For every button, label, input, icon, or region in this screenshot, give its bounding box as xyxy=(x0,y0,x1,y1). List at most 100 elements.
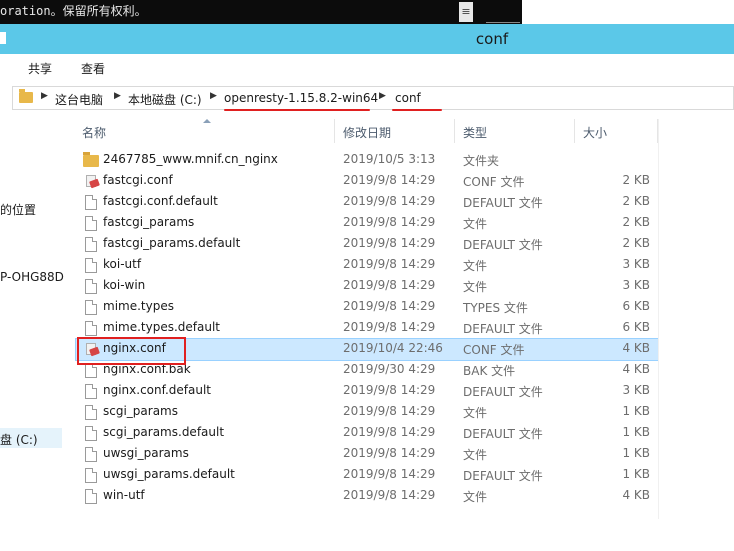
red-underline-annotation xyxy=(392,109,442,111)
column-divider[interactable] xyxy=(574,119,575,143)
table-row[interactable]: mime.types 2019/9/8 14:29 TYPES 文件 6 KB xyxy=(76,297,658,318)
ribbon: 共享 查看 xyxy=(0,54,734,82)
file-icon xyxy=(85,195,97,210)
red-underline-annotation xyxy=(224,109,370,111)
table-row[interactable]: win-utf 2019/9/8 14:29 文件 4 KB xyxy=(76,486,658,507)
file-type: CONF 文件 xyxy=(463,343,525,357)
file-icon xyxy=(85,258,97,273)
sort-ascending-icon[interactable] xyxy=(203,119,211,123)
file-size: 1 KB xyxy=(622,404,650,418)
file-type: DEFAULT 文件 xyxy=(463,238,543,252)
file-size: 3 KB xyxy=(622,257,650,271)
file-size: 1 KB xyxy=(622,467,650,481)
file-date: 2019/9/8 14:29 xyxy=(343,320,436,334)
column-header-type[interactable]: 类型 xyxy=(463,124,487,141)
file-type: 文件 xyxy=(463,490,488,504)
breadcrumb-this-pc[interactable]: 这台电脑 xyxy=(55,91,103,108)
table-row[interactable]: nginx.conf.default 2019/9/8 14:29 DEFAULT … xyxy=(76,381,658,402)
file-name: mime.types.default xyxy=(103,320,221,334)
console-placeholder xyxy=(486,4,520,23)
column-header-size[interactable]: 大小 xyxy=(583,124,607,141)
window-title: conf xyxy=(475,30,509,48)
file-date: 2019/9/8 14:29 xyxy=(343,194,436,208)
file-size: 2 KB xyxy=(622,194,650,208)
chevron-right-icon[interactable]: ▶ xyxy=(379,91,386,101)
table-row[interactable]: koi-utf 2019/9/8 14:29 文件 3 KB xyxy=(76,255,658,276)
file-type: 文件 xyxy=(463,406,488,420)
table-row[interactable]: scgi_params 2019/9/8 14:29 文件 1 KB xyxy=(76,402,658,423)
table-row[interactable]: nginx.conf 2019/10/4 22:46 CONF 文件 4 KB xyxy=(75,338,659,361)
file-type: 文件 xyxy=(463,280,488,294)
breadcrumb-openresty[interactable]: openresty-1.15.8.2-win64 xyxy=(224,91,378,105)
file-date: 2019/10/5 3:13 xyxy=(343,152,436,166)
file-name: mime.types xyxy=(103,299,174,313)
file-icon xyxy=(85,468,97,483)
file-list: 2467785_www.mnif.cn_nginx 2019/10/5 3:13 文… xyxy=(75,150,659,507)
file-name: fastcgi_params xyxy=(103,215,195,229)
table-row[interactable]: scgi_params.default 2019/9/8 14:29 DEFAULT… xyxy=(76,423,658,444)
column-divider[interactable] xyxy=(334,119,335,143)
file-date: 2019/9/8 14:29 xyxy=(343,215,436,229)
breadcrumb-local-disk[interactable]: 本地磁盘 (C:) xyxy=(128,91,202,108)
file-icon xyxy=(85,489,97,504)
table-row[interactable]: fastcgi_params.default 2019/9/8 14:29 DEFA… xyxy=(76,234,658,255)
table-row[interactable]: 2467785_www.mnif.cn_nginx 2019/10/5 3:13 文… xyxy=(76,150,658,171)
file-date: 2019/9/8 14:29 xyxy=(343,383,436,397)
file-name: 2467785_www.mnif.cn_nginx xyxy=(103,152,278,166)
file-type: DEFAULT 文件 xyxy=(463,196,543,210)
conf-file-icon xyxy=(85,174,97,189)
file-name: win-utf xyxy=(103,488,145,502)
table-row[interactable]: uwsgi_params.default 2019/9/8 14:29 DEFAUL… xyxy=(76,465,658,486)
tab-share[interactable]: 共享 xyxy=(28,60,52,77)
chevron-right-icon[interactable]: ▶ xyxy=(41,91,48,101)
column-divider[interactable] xyxy=(454,119,455,143)
table-row[interactable]: mime.types.default 2019/9/8 14:29 DEFAULT … xyxy=(76,318,658,339)
chevron-right-icon[interactable]: ▶ xyxy=(210,91,217,101)
file-icon xyxy=(85,300,97,315)
column-header-date[interactable]: 修改日期 xyxy=(343,124,391,141)
file-size: 1 KB xyxy=(622,425,650,439)
file-name: nginx.conf.bak xyxy=(103,362,191,376)
conf-file-icon xyxy=(85,342,97,357)
file-name: koi-utf xyxy=(103,257,142,271)
table-row[interactable]: fastcgi_params 2019/9/8 14:29 文件 2 KB xyxy=(76,213,658,234)
folder-icon xyxy=(19,89,33,103)
address-bar[interactable]: ▶ 这台电脑 ▶ 本地磁盘 (C:) ▶ openresty-1.15.8.2-… xyxy=(12,86,734,110)
file-date: 2019/9/8 14:29 xyxy=(343,467,436,481)
file-type: CONF 文件 xyxy=(463,175,525,189)
nav-item-network-computer[interactable]: P-OHG88D xyxy=(0,270,64,284)
list-right-edge xyxy=(658,119,659,519)
file-size: 4 KB xyxy=(622,341,650,355)
file-date: 2019/9/8 14:29 xyxy=(343,278,436,292)
tab-view[interactable]: 查看 xyxy=(81,60,105,77)
file-size: 2 KB xyxy=(622,173,650,187)
column-header-name[interactable]: 名称 xyxy=(82,124,106,141)
console-menu-icon[interactable]: ≡ xyxy=(459,2,473,22)
table-row[interactable]: koi-win 2019/9/8 14:29 文件 3 KB xyxy=(76,276,658,297)
nav-item-recent-places[interactable]: 的位置 xyxy=(0,201,36,218)
nav-item-local-disk[interactable]: 盘 (C:) xyxy=(0,431,38,448)
file-name: fastcgi.conf.default xyxy=(103,194,218,208)
file-name: nginx.conf xyxy=(103,341,166,355)
console-window-strip: oration。保留所有权利。 ≡ xyxy=(0,0,734,24)
file-icon xyxy=(85,237,97,252)
table-row[interactable]: fastcgi.conf 2019/9/8 14:29 CONF 文件 2 KB xyxy=(76,171,658,192)
table-row[interactable]: nginx.conf.bak 2019/9/30 4:29 BAK 文件 4 KB xyxy=(76,360,658,381)
file-size: 6 KB xyxy=(622,299,650,313)
chevron-right-icon[interactable]: ▶ xyxy=(114,91,121,101)
file-icon xyxy=(85,426,97,441)
console-text: oration。保留所有权利。 xyxy=(0,4,147,18)
file-size: 3 KB xyxy=(622,278,650,292)
file-type: DEFAULT 文件 xyxy=(463,469,543,483)
file-icon xyxy=(85,321,97,336)
folder-icon xyxy=(83,152,99,167)
file-size: 6 KB xyxy=(622,320,650,334)
file-date: 2019/9/8 14:29 xyxy=(343,425,436,439)
file-date: 2019/9/8 14:29 xyxy=(343,173,436,187)
file-size: 2 KB xyxy=(622,236,650,250)
table-row[interactable]: fastcgi.conf.default 2019/9/8 14:29 DEFAUL… xyxy=(76,192,658,213)
breadcrumb-conf[interactable]: conf xyxy=(395,91,421,105)
table-row[interactable]: uwsgi_params 2019/9/8 14:29 文件 1 KB xyxy=(76,444,658,465)
file-date: 2019/9/8 14:29 xyxy=(343,404,436,418)
file-name: fastcgi.conf xyxy=(103,173,173,187)
